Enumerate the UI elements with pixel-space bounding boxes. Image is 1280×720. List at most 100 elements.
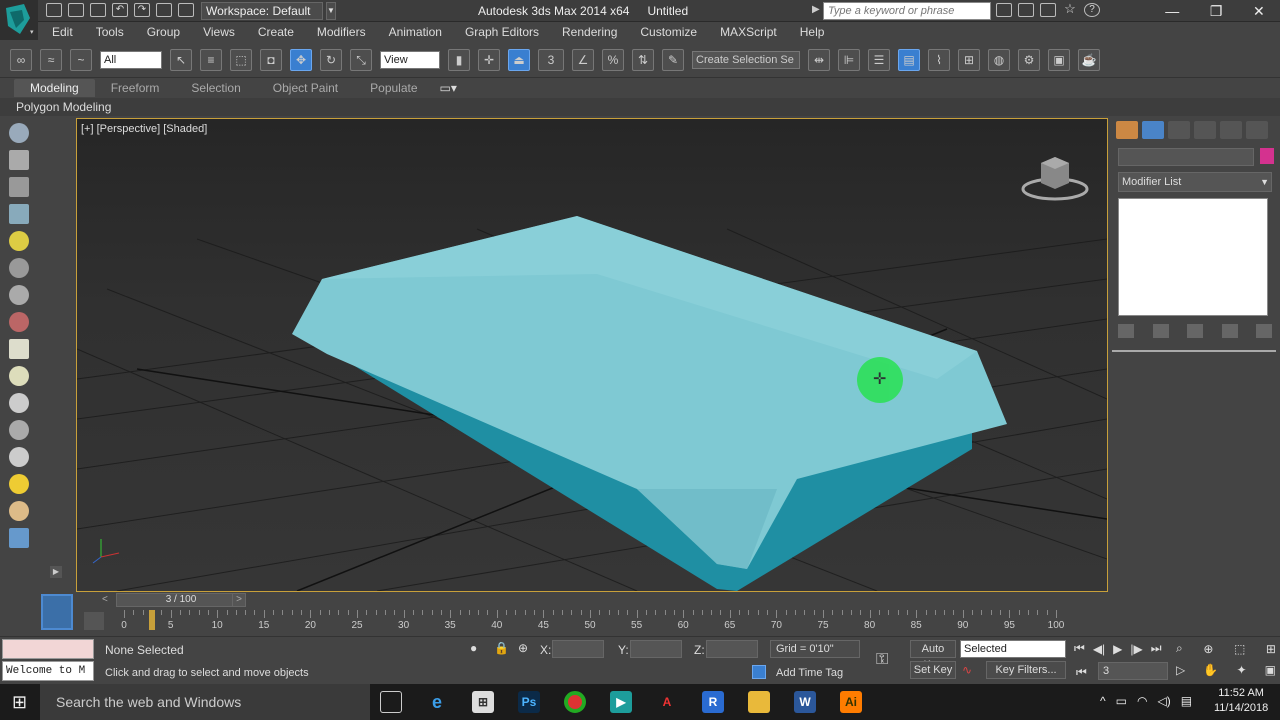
ribbon-options-icon[interactable]: ▭▾	[434, 81, 463, 95]
list-icon[interactable]	[9, 177, 29, 197]
perspective-viewport[interactable]: [+] [Perspective] [Shaded] ✛	[76, 118, 1108, 592]
menu-modifiers[interactable]: Modifiers	[317, 25, 366, 39]
menu-create[interactable]: Create	[258, 25, 294, 39]
set-key-icon[interactable]: ⚿	[876, 651, 888, 669]
open-file-icon[interactable]	[68, 3, 84, 17]
light-icon[interactable]	[9, 231, 29, 251]
workspace-dropdown-arrow-icon[interactable]: ▼	[326, 2, 336, 20]
app-menu-button[interactable]: ▾	[0, 0, 38, 40]
lock-selection-icon[interactable]: 🔒	[494, 641, 509, 655]
remove-modifier-icon[interactable]	[1221, 324, 1238, 338]
render-frame-icon[interactable]	[9, 150, 29, 170]
tab-modeling[interactable]: Modeling	[14, 79, 95, 97]
material-editor-icon[interactable]: ◍	[988, 48, 1010, 71]
viewcube-icon[interactable]	[1021, 149, 1089, 203]
time-slider[interactable]: 3 / 100	[116, 593, 246, 607]
curve-editor-icon[interactable]: ⌇	[928, 48, 950, 71]
chrome-icon[interactable]	[564, 691, 586, 713]
modifier-stack[interactable]	[1118, 198, 1268, 316]
key-filters-button[interactable]: Key Filters...	[986, 661, 1066, 679]
task-view-icon[interactable]	[380, 691, 402, 713]
layer-manager-icon[interactable]: ☰	[868, 48, 890, 71]
schematic-view-icon[interactable]: ⊞	[958, 48, 980, 71]
absolute-mode-icon[interactable]: ⊕	[518, 641, 528, 655]
cone-icon[interactable]	[9, 447, 29, 467]
key-mode-toggle-icon[interactable]: ⏮	[1076, 665, 1087, 680]
communication-center-icon[interactable]	[1040, 3, 1056, 17]
video-camera-icon[interactable]	[9, 312, 29, 332]
auto-key-button[interactable]: Auto Key	[910, 640, 956, 671]
expand-arrow-icon[interactable]: ▶	[50, 566, 62, 578]
link-icon[interactable]: ∞	[10, 48, 32, 71]
sphere-icon[interactable]	[9, 501, 29, 521]
teapot-icon[interactable]	[9, 123, 29, 143]
current-frame-field[interactable]: 3	[1098, 662, 1168, 680]
grid-icon[interactable]	[9, 204, 29, 224]
current-frame-marker[interactable]	[148, 610, 155, 630]
zoom-extents-all-icon[interactable]: ⊞	[1266, 642, 1276, 656]
select-and-scale-icon[interactable]: ⤡	[350, 48, 372, 71]
select-and-manipulate-icon[interactable]: ✛	[478, 48, 500, 71]
go-to-end-icon[interactable]: ⏭	[1151, 641, 1162, 656]
edge-icon[interactable]: e	[426, 691, 448, 713]
notifications-icon[interactable]: ▤	[1181, 694, 1192, 708]
torus-icon[interactable]	[9, 393, 29, 413]
x-coordinate-field[interactable]	[552, 640, 604, 658]
z-coordinate-field[interactable]	[706, 640, 758, 658]
select-object-icon[interactable]: ↖	[170, 48, 192, 71]
reference-coordinate-dropdown[interactable]: View	[380, 50, 440, 69]
new-file-icon[interactable]	[46, 3, 62, 17]
bind-to-space-warp-icon[interactable]: ~	[70, 48, 92, 71]
pin-stack-icon[interactable]	[1118, 324, 1134, 338]
select-and-move-icon[interactable]: ✥	[290, 48, 312, 71]
battery-icon[interactable]: ▭	[1116, 694, 1127, 708]
modify-tab-icon[interactable]	[1142, 121, 1164, 139]
hold-icon[interactable]	[156, 3, 172, 17]
track-bar[interactable]: 0 5 10 15 20 25 30 35 40 45 50 55 60 65 70 75 80 85 90 95 10…	[116, 610, 1106, 632]
sun-icon[interactable]	[9, 474, 29, 494]
field-of-view-icon[interactable]: ▷	[1176, 663, 1185, 677]
previous-frame-icon[interactable]: ◀|	[1093, 642, 1105, 656]
tab-freeform[interactable]: Freeform	[95, 79, 176, 97]
zoom-extents-icon[interactable]: ⬚	[1234, 642, 1245, 656]
help-search-input[interactable]: Type a keyword or phrase	[823, 2, 991, 20]
taskbar-search[interactable]: Search the web and Windows	[40, 684, 370, 720]
add-time-tag[interactable]: Add Time Tag	[776, 667, 843, 679]
select-by-name-icon[interactable]: ≡	[200, 48, 222, 71]
utilities-tab-icon[interactable]	[1246, 121, 1268, 139]
slider-prev-icon[interactable]: <	[102, 594, 108, 605]
selection-filter-dropdown[interactable]: All	[100, 50, 162, 69]
wifi-icon[interactable]: ◠	[1137, 694, 1147, 708]
maxscript-listener-field[interactable]	[2, 639, 94, 659]
volume-icon[interactable]: ◁)	[1157, 694, 1170, 708]
search-expand-icon[interactable]: ▶	[812, 4, 820, 15]
window-crossing-icon[interactable]: ◘	[260, 48, 282, 71]
named-selection-sets-dropdown[interactable]: Create Selection Se	[692, 50, 800, 69]
y-coordinate-field[interactable]	[630, 640, 682, 658]
windows-start-icon[interactable]: ⊞	[12, 692, 27, 713]
acrobat-icon[interactable]: A	[656, 691, 678, 713]
track-bar-filter-icon[interactable]	[84, 612, 104, 630]
menu-views[interactable]: Views	[203, 25, 235, 39]
hierarchy-tab-icon[interactable]	[1168, 121, 1190, 139]
plane-icon[interactable]	[9, 339, 29, 359]
hand-icon[interactable]	[9, 420, 29, 440]
object-name-field[interactable]	[1118, 148, 1254, 166]
zoom-all-icon[interactable]: ⊕	[1203, 642, 1213, 656]
camera-icon[interactable]	[9, 258, 29, 278]
close-icon[interactable]: ✕	[1253, 3, 1265, 20]
pivot-center-icon[interactable]: ▮	[448, 48, 470, 71]
percent-snap-icon[interactable]: %	[602, 48, 624, 71]
unlink-icon[interactable]: ≈	[40, 48, 62, 71]
save-icon[interactable]	[90, 3, 106, 17]
project-folder-icon[interactable]	[178, 3, 194, 17]
viewport-layout-icon[interactable]	[41, 594, 73, 630]
menu-tools[interactable]: Tools	[96, 25, 124, 39]
display-tab-icon[interactable]	[1220, 121, 1242, 139]
maximize-viewport-icon[interactable]: ▣	[1265, 663, 1276, 677]
graphite-modeling-tools-icon[interactable]: ▤	[898, 48, 920, 71]
slider-next-icon[interactable]: >	[232, 593, 246, 607]
isolate-selection-icon[interactable]: ●	[470, 641, 477, 655]
undo-icon[interactable]: ↶	[112, 3, 128, 17]
render-setup-icon[interactable]: ⚙	[1018, 48, 1040, 71]
